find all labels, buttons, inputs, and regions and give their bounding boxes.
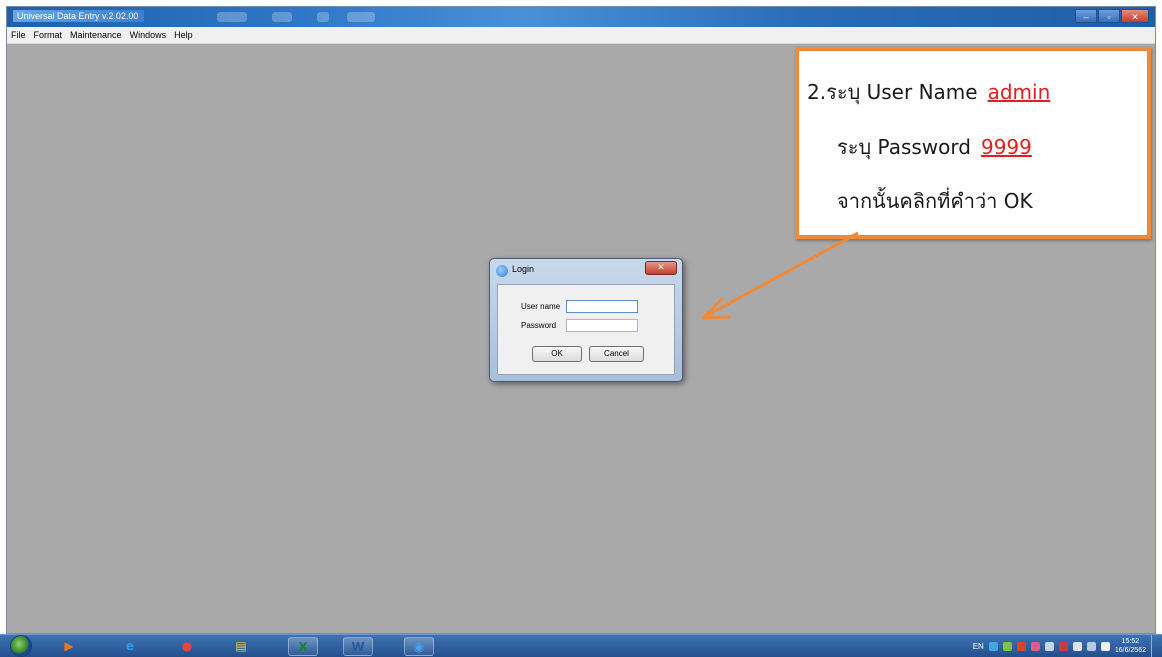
ok-button[interactable]: OK <box>532 346 582 362</box>
taskbar-app-excel-icon[interactable]: X <box>288 637 318 656</box>
taskbar-app-media-player-icon[interactable]: ▶ <box>54 637 84 656</box>
login-form: User name Password OK Cancel <box>497 284 675 375</box>
chrome-glyph: ● <box>181 639 193 653</box>
taskbar: ▶ e ● ▤ X W ◉ EN 15:52 16/6/2562 <box>0 634 1162 657</box>
taskbar-app-chrome-icon[interactable]: ● <box>172 637 202 656</box>
callout-password-value: 9999 <box>980 135 1032 159</box>
taskbar-app-file-explorer-icon[interactable]: ▤ <box>226 637 256 656</box>
cancel-button[interactable]: Cancel <box>589 346 644 362</box>
caption-buttons: – ▫ ✕ <box>1075 9 1149 23</box>
menu-file[interactable]: File <box>7 30 30 40</box>
callout-username-line: 2.ระบุ User Name admin <box>807 76 1050 108</box>
clock-date: 16/6/2562 <box>1114 647 1146 654</box>
window-title: Universal Data Entry v.2.02.00 <box>13 10 145 22</box>
close-button[interactable]: ✕ <box>1121 9 1149 23</box>
excel-glyph: X <box>298 640 308 654</box>
language-indicator[interactable]: EN <box>973 642 984 651</box>
maximize-button[interactable]: ▫ <box>1098 9 1120 23</box>
callout-password-line: ระบุ Password 9999 <box>837 131 1032 163</box>
dialog-close-button[interactable]: ✕ <box>645 261 677 275</box>
callout-password-label: ระบุ Password <box>837 135 971 159</box>
menu-maintenance[interactable]: Maintenance <box>66 30 126 40</box>
menu-bar: File Format Maintenance Windows Help <box>7 27 1155 44</box>
tray-app-icon[interactable] <box>1030 641 1040 651</box>
file-explorer-glyph: ▤ <box>235 639 247 653</box>
clock[interactable]: 15:52 16/6/2562 <box>1115 637 1146 655</box>
network-icon[interactable] <box>988 641 998 651</box>
password-label: Password <box>521 321 557 330</box>
volume-icon[interactable] <box>1044 641 1054 651</box>
taskbar-app-universal-data-entry-icon[interactable]: ◉ <box>404 637 434 656</box>
app-icon <box>496 265 508 277</box>
login-dialog-title: Login <box>512 264 535 274</box>
taskbar-app-word-icon[interactable]: W <box>343 637 373 656</box>
title-decoration <box>272 12 292 22</box>
display-icon[interactable] <box>1086 641 1096 651</box>
minimize-button[interactable]: – <box>1075 9 1097 23</box>
login-dialog: Login ✕ User name Password OK Cancel <box>489 258 683 382</box>
flag-icon[interactable] <box>1100 641 1110 651</box>
tray-app-icon[interactable] <box>1002 641 1012 651</box>
universal-data-entry-glyph: ◉ <box>413 640 425 654</box>
title-bar[interactable]: Universal Data Entry v.2.02.00 – ▫ ✕ <box>7 7 1155 27</box>
menu-format[interactable]: Format <box>30 30 67 40</box>
username-label: User name <box>521 302 561 311</box>
title-decoration <box>317 12 329 22</box>
system-tray: EN 15:52 16/6/2562 <box>973 635 1160 657</box>
antivirus-icon[interactable] <box>1058 641 1068 651</box>
start-button[interactable] <box>10 635 32 657</box>
instruction-callout: 2.ระบุ User Name admin ระบุ Password 9999 … <box>795 47 1151 239</box>
word-glyph: W <box>351 640 365 654</box>
media-player-glyph: ▶ <box>64 639 74 653</box>
callout-username-label: 2.ระบุ User Name <box>807 80 978 104</box>
taskbar-app-internet-explorer-icon[interactable]: e <box>115 637 145 656</box>
internet-explorer-glyph: e <box>125 639 135 653</box>
menu-help[interactable]: Help <box>170 30 197 40</box>
clock-time: 15:52 <box>1121 638 1140 645</box>
title-decoration <box>217 12 247 22</box>
callout-username-value: admin <box>987 80 1051 104</box>
username-input[interactable] <box>566 300 638 313</box>
title-decoration <box>347 12 375 22</box>
show-desktop-button[interactable] <box>1151 635 1160 657</box>
bluetooth-icon[interactable] <box>1072 641 1082 651</box>
menu-windows[interactable]: Windows <box>126 30 171 40</box>
tray-app-icon[interactable] <box>1016 641 1026 651</box>
password-input[interactable] <box>566 319 638 332</box>
callout-ok-line: จากนั้นคลิกที่คำว่า OK <box>837 189 1033 213</box>
